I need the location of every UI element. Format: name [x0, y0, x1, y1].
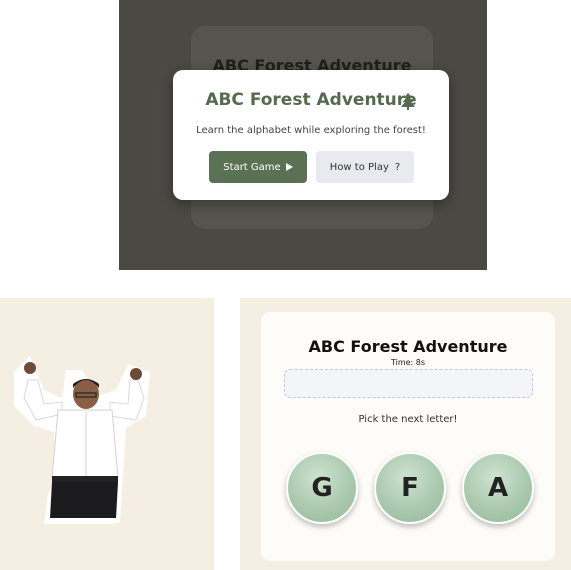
letter-button-3[interactable]: A [462, 452, 534, 524]
letter-button-1[interactable]: G [286, 452, 358, 524]
celebration-panel [0, 298, 214, 570]
letter-button-2[interactable]: F [374, 452, 446, 524]
start-game-button[interactable]: Start Game [209, 151, 307, 183]
game-title: ABC Forest Adventure [308, 337, 508, 356]
timer-value: 8s [415, 358, 426, 367]
timer-label: Time: [390, 358, 414, 367]
how-to-play-button[interactable]: How to Play ? [316, 151, 414, 183]
right-fist [130, 368, 142, 380]
start-game-label: Start Game [223, 161, 281, 173]
modal-subtitle: Learn the alphabet while exploring the f… [196, 125, 426, 136]
how-to-play-label: How to Play [329, 161, 389, 173]
person-trousers [50, 482, 118, 518]
start-modal: ABC Forest Adventure Learn the alphabet … [173, 70, 449, 200]
game-prompt: Pick the next letter! [358, 414, 458, 425]
celebrating-person-sticker [14, 356, 150, 524]
game-card: ABC Forest Adventure Time: 8s Pick the n… [261, 312, 555, 561]
timer: Time: 8s [261, 358, 555, 367]
left-fist [24, 362, 36, 374]
play-icon [285, 163, 293, 171]
person-shirt [51, 409, 119, 479]
game-screen: ABC Forest Adventure Time: 8s Pick the n… [240, 298, 571, 570]
question-icon: ? [394, 161, 401, 173]
tree-icon [401, 93, 415, 110]
start-screen: ABC Forest Adventure ABC Forest Adventur… [119, 0, 487, 270]
letter-drop-slot [284, 369, 533, 398]
